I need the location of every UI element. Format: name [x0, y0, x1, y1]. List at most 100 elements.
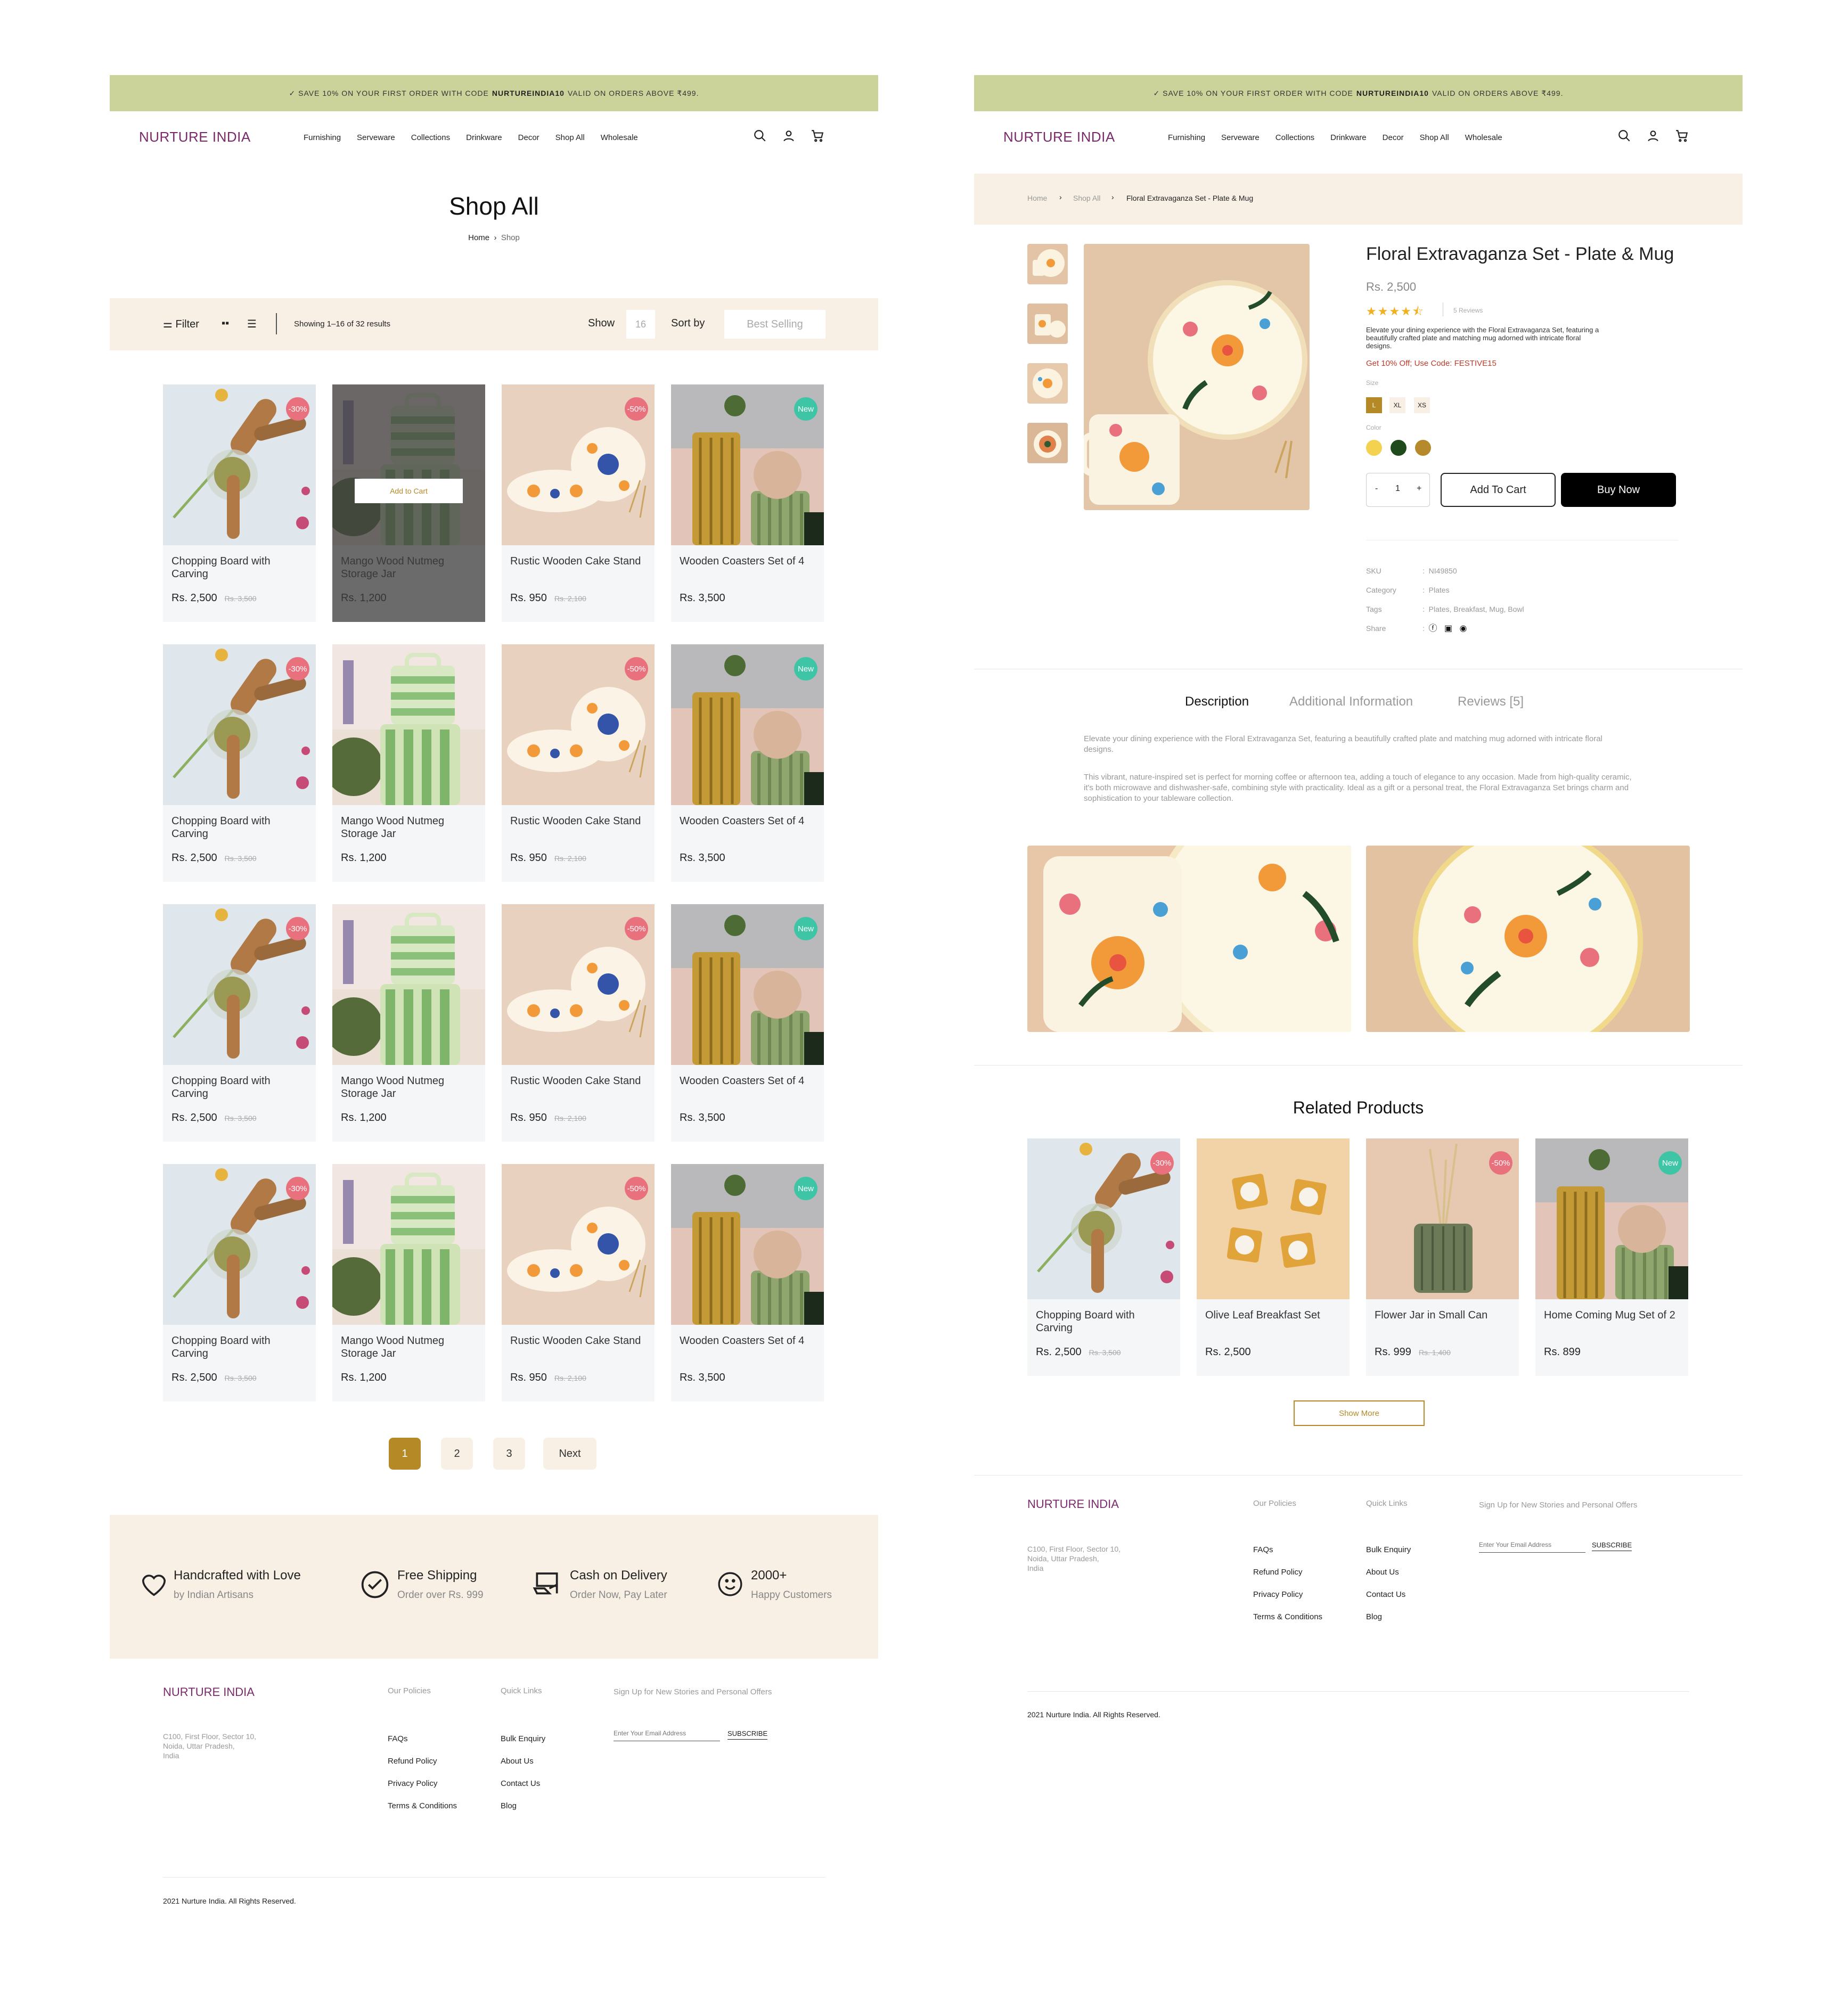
product-name[interactable]: Chopping Board with Carving — [1036, 1309, 1169, 1334]
product-card[interactable]: -30% Chopping Board with Carving Rs. 2,500… — [163, 384, 316, 622]
nav-shop-all[interactable]: Shop All — [555, 133, 585, 142]
filter-button[interactable]: ⚌ Filter — [163, 317, 199, 331]
footer-logo[interactable]: NURTURE INDIA — [163, 1685, 255, 1699]
sort-select[interactable]: Best Selling — [724, 310, 825, 339]
size-xs-button[interactable]: XS — [1414, 397, 1430, 413]
product-name[interactable]: Mango Wood Nutmeg Storage Jar — [341, 815, 474, 840]
nav-drinkware[interactable]: Drinkware — [466, 133, 502, 142]
buy-now-button[interactable]: Buy Now — [1561, 473, 1676, 507]
email-input[interactable] — [614, 1725, 720, 1741]
product-image[interactable] — [332, 644, 485, 805]
nav-serveware[interactable]: Serveware — [357, 133, 395, 142]
product-image[interactable] — [1197, 1138, 1350, 1299]
product-card[interactable]: Mango Wood Nutmeg Storage Jar Rs. 1,200 — [332, 644, 485, 882]
related-product-card[interactable]: -30% Chopping Board with Carving Rs. 2,500… — [1027, 1138, 1180, 1376]
tab-description[interactable]: Description — [1185, 694, 1249, 709]
nav-decor[interactable]: Decor — [1383, 133, 1404, 142]
product-name[interactable]: Wooden Coasters Set of 4 — [680, 815, 813, 827]
qty-plus-button[interactable]: + — [1417, 484, 1421, 494]
product-name[interactable]: Chopping Board with Carving — [171, 555, 305, 580]
related-product-card[interactable]: -50% Flower Jar in Small Can Rs. 999 Rs. 1,… — [1366, 1138, 1519, 1376]
product-name[interactable]: Wooden Coasters Set of 4 — [680, 1075, 813, 1087]
product-name[interactable]: Chopping Board with Carving — [171, 1075, 305, 1100]
link-faqs[interactable]: FAQs — [1253, 1539, 1322, 1561]
product-card[interactable]: -50% Rustic Wooden Cake Stand Rs. 950 Rs. 2… — [502, 644, 655, 882]
nav-drinkware[interactable]: Drinkware — [1330, 133, 1367, 142]
thumbnail-1[interactable] — [1027, 244, 1068, 284]
link-terms[interactable]: Terms & Conditions — [388, 1795, 457, 1817]
footer-logo[interactable]: NURTURE INDIA — [1027, 1497, 1119, 1511]
product-name[interactable]: Flower Jar in Small Can — [1375, 1309, 1508, 1322]
product-card[interactable]: -30% Chopping Board with Carving Rs. 2,500… — [163, 1164, 316, 1401]
twitter-icon[interactable]: ◉ — [1460, 624, 1467, 633]
list-view-icon[interactable]: ☰ — [247, 317, 257, 331]
product-name[interactable]: Wooden Coasters Set of 4 — [680, 555, 813, 568]
product-name[interactable]: Chopping Board with Carving — [171, 1334, 305, 1360]
size-xl-button[interactable]: XL — [1389, 397, 1405, 413]
link-refund[interactable]: Refund Policy — [1253, 1561, 1322, 1584]
product-card[interactable]: -50% Rustic Wooden Cake Stand Rs. 950 Rs. 2… — [502, 1164, 655, 1401]
product-card[interactable]: -50% Rustic Wooden Cake Stand Rs. 950 Rs. 2… — [502, 384, 655, 622]
nav-collections[interactable]: Collections — [1275, 133, 1314, 142]
link-about[interactable]: About Us — [501, 1750, 545, 1773]
product-name[interactable]: Mango Wood Nutmeg Storage Jar — [341, 1334, 474, 1360]
user-icon[interactable] — [1646, 129, 1660, 143]
email-input[interactable] — [1479, 1537, 1585, 1553]
breadcrumb-home[interactable]: Home — [1027, 194, 1047, 202]
show-count-select[interactable]: 16 — [626, 310, 655, 339]
thumbnail-4[interactable] — [1027, 423, 1068, 463]
show-more-button[interactable]: Show More — [1294, 1400, 1425, 1426]
link-privacy[interactable]: Privacy Policy — [388, 1773, 457, 1795]
product-image[interactable] — [332, 1164, 485, 1325]
nav-collections[interactable]: Collections — [411, 133, 450, 142]
link-privacy[interactable]: Privacy Policy — [1253, 1584, 1322, 1606]
breadcrumb-home[interactable]: Home — [468, 233, 489, 242]
page-2-button[interactable]: 2 — [441, 1438, 473, 1470]
link-contact[interactable]: Contact Us — [501, 1773, 545, 1795]
qty-minus-button[interactable]: - — [1375, 484, 1378, 494]
nav-shop-all[interactable]: Shop All — [1420, 133, 1449, 142]
nav-decor[interactable]: Decor — [518, 133, 539, 142]
product-name[interactable]: Rustic Wooden Cake Stand — [510, 555, 643, 568]
product-name[interactable]: Rustic Wooden Cake Stand — [510, 1075, 643, 1087]
facebook-icon[interactable]: ⓕ — [1429, 624, 1437, 633]
subscribe-button[interactable]: SUBSCRIBE — [1592, 1541, 1632, 1551]
product-card[interactable]: -30% Chopping Board with Carving Rs. 2,500… — [163, 904, 316, 1142]
product-card[interactable]: -50% Rustic Wooden Cake Stand Rs. 950 Rs. 2… — [502, 904, 655, 1142]
product-card[interactable]: Mango Wood Nutmeg Storage Jar Rs. 1,200 — [332, 904, 485, 1142]
tab-additional-info[interactable]: Additional Information — [1289, 694, 1413, 709]
product-name[interactable]: Chopping Board with Carving — [171, 815, 305, 840]
nav-furnishing[interactable]: Furnishing — [1168, 133, 1205, 142]
breadcrumb-shop-all[interactable]: Shop All — [1073, 194, 1100, 202]
subscribe-button[interactable]: SUBSCRIBE — [727, 1729, 768, 1740]
logo[interactable]: NURTURE INDIA — [1003, 129, 1115, 145]
linkedin-icon[interactable]: ▣ — [1444, 624, 1452, 633]
product-name[interactable]: Home Coming Mug Set of 2 — [1544, 1309, 1677, 1322]
related-product-card[interactable]: New Home Coming Mug Set of 2 Rs. 899 — [1535, 1138, 1688, 1376]
link-about[interactable]: About Us — [1366, 1561, 1411, 1584]
product-name[interactable]: Rustic Wooden Cake Stand — [510, 1334, 643, 1347]
product-card[interactable]: New Wooden Coasters Set of 4 Rs. 3,500 — [671, 1164, 824, 1401]
product-name[interactable]: Wooden Coasters Set of 4 — [680, 1334, 813, 1347]
user-icon[interactable] — [782, 129, 796, 143]
product-name[interactable]: Olive Leaf Breakfast Set — [1205, 1309, 1338, 1322]
add-to-cart-button[interactable]: Add To Cart — [1441, 473, 1556, 507]
qty-value[interactable]: 1 — [1395, 484, 1400, 494]
link-refund[interactable]: Refund Policy — [388, 1750, 457, 1773]
link-faqs[interactable]: FAQs — [388, 1728, 457, 1750]
cart-icon[interactable] — [811, 129, 824, 143]
link-bulk[interactable]: Bulk Enquiry — [501, 1728, 545, 1750]
logo[interactable]: NURTURE INDIA — [139, 129, 251, 145]
grid-view-icon[interactable]: ▪▪ — [222, 317, 229, 330]
add-to-cart-button[interactable]: Add to Cart — [355, 479, 463, 503]
color-swatch-gold[interactable] — [1415, 440, 1431, 456]
thumbnail-2[interactable] — [1027, 304, 1068, 344]
search-icon[interactable] — [1617, 129, 1631, 143]
nav-wholesale[interactable]: Wholesale — [601, 133, 638, 142]
page-3-button[interactable]: 3 — [493, 1438, 525, 1470]
thumbnail-3[interactable] — [1027, 363, 1068, 404]
product-card[interactable]: -30% Chopping Board with Carving Rs. 2,500… — [163, 644, 316, 882]
reviews-count[interactable]: 5 Reviews — [1453, 307, 1483, 314]
nav-furnishing[interactable]: Furnishing — [304, 133, 341, 142]
link-terms[interactable]: Terms & Conditions — [1253, 1606, 1322, 1628]
